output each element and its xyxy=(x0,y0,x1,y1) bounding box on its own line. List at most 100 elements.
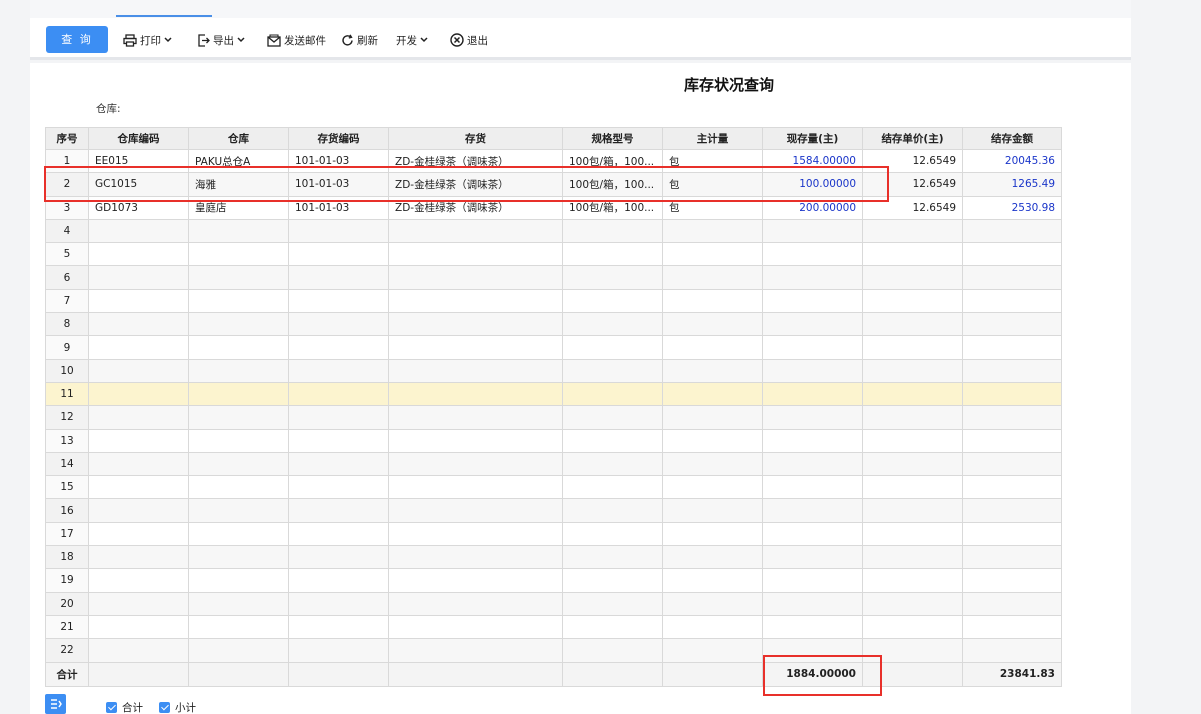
table-cell[interactable] xyxy=(862,498,963,523)
table-cell[interactable] xyxy=(762,242,863,267)
table-cell[interactable] xyxy=(88,451,189,477)
table-row[interactable]: 15 xyxy=(45,475,1062,500)
table-cell[interactable]: 皇庭店 xyxy=(188,195,289,220)
table-cell[interactable] xyxy=(662,381,763,407)
row-index-cell[interactable]: 5 xyxy=(45,242,89,267)
table-cell[interactable] xyxy=(962,335,1062,360)
table-cell[interactable] xyxy=(762,218,863,244)
column-header[interactable]: 结存单价(主) xyxy=(862,127,963,150)
table-row[interactable]: 3 GD1073 皇庭店 101-01-03 ZD-金桂绿茶（调味茶） 100包/箱，10… xyxy=(45,195,1062,220)
row-index-cell[interactable]: 3 xyxy=(45,195,89,220)
table-cell[interactable] xyxy=(288,428,389,453)
table-row[interactable]: 16 xyxy=(45,498,1062,523)
table-cell[interactable] xyxy=(288,498,389,523)
row-index-cell[interactable]: 20 xyxy=(45,591,89,616)
table-row[interactable]: 9 xyxy=(45,335,1062,360)
table-cell[interactable] xyxy=(388,568,563,593)
table-cell[interactable] xyxy=(962,288,1062,314)
row-index-cell[interactable]: 7 xyxy=(45,288,89,314)
table-cell[interactable] xyxy=(188,591,289,616)
table-cell[interactable] xyxy=(762,475,863,500)
table-cell[interactable] xyxy=(962,428,1062,453)
table-row[interactable]: 17 xyxy=(45,521,1062,547)
send-email-button[interactable]: 发送邮件 xyxy=(267,31,326,49)
table-cell[interactable] xyxy=(188,358,289,383)
row-index-cell[interactable]: 6 xyxy=(45,265,89,290)
table-cell[interactable] xyxy=(388,358,563,383)
table-cell[interactable]: 101-01-03 xyxy=(288,172,389,197)
table-cell[interactable] xyxy=(562,288,663,314)
table-cell[interactable] xyxy=(962,545,1062,570)
table-cell[interactable]: 101-01-03 xyxy=(288,148,389,174)
table-cell[interactable] xyxy=(288,265,389,290)
table-cell[interactable] xyxy=(88,521,189,547)
table-cell[interactable] xyxy=(388,498,563,523)
table-cell[interactable] xyxy=(188,638,289,663)
total-checkbox[interactable]: 合计 xyxy=(106,700,143,714)
column-header[interactable]: 存货 xyxy=(388,127,563,150)
export-button[interactable]: 导出 xyxy=(197,31,245,49)
table-cell[interactable] xyxy=(962,521,1062,547)
table-cell[interactable] xyxy=(662,545,763,570)
table-cell[interactable] xyxy=(388,218,563,244)
row-index-cell[interactable]: 10 xyxy=(45,358,89,383)
table-cell[interactable] xyxy=(188,475,289,500)
table-cell[interactable] xyxy=(388,614,563,640)
column-header[interactable]: 仓库编码 xyxy=(88,127,189,150)
table-cell[interactable]: 200.00000 xyxy=(762,195,863,220)
table-cell[interactable] xyxy=(762,545,863,570)
table-cell[interactable] xyxy=(88,312,189,337)
table-cell[interactable] xyxy=(762,451,863,477)
table-row[interactable]: 8 xyxy=(45,312,1062,337)
table-cell[interactable] xyxy=(862,614,963,640)
table-cell[interactable] xyxy=(188,498,289,523)
table-cell[interactable]: 101-01-03 xyxy=(288,195,389,220)
table-cell[interactable] xyxy=(288,451,389,477)
table-cell[interactable] xyxy=(862,358,963,383)
table-cell[interactable] xyxy=(88,288,189,314)
table-cell[interactable] xyxy=(188,312,289,337)
table-row[interactable]: 13 xyxy=(45,428,1062,453)
table-cell[interactable] xyxy=(762,428,863,453)
table-cell[interactable] xyxy=(88,428,189,453)
table-cell[interactable] xyxy=(288,405,389,430)
table-cell[interactable] xyxy=(288,288,389,314)
table-cell[interactable] xyxy=(562,521,663,547)
table-cell[interactable] xyxy=(88,218,189,244)
table-row[interactable]: 2 GC1015 海雅 101-01-03 ZD-金桂绿茶（调味茶） 100包/箱，100… xyxy=(45,172,1062,197)
table-cell[interactable] xyxy=(662,591,763,616)
table-cell[interactable] xyxy=(562,638,663,663)
table-cell[interactable] xyxy=(962,218,1062,244)
table-cell[interactable] xyxy=(562,218,663,244)
table-cell[interactable] xyxy=(762,288,863,314)
table-cell[interactable] xyxy=(962,638,1062,663)
table-cell[interactable] xyxy=(288,335,389,360)
table-cell[interactable] xyxy=(962,265,1062,290)
table-cell[interactable] xyxy=(88,591,189,616)
table-cell[interactable] xyxy=(962,358,1062,383)
table-cell[interactable] xyxy=(662,638,763,663)
table-cell[interactable] xyxy=(662,265,763,290)
table-cell[interactable] xyxy=(662,335,763,360)
table-cell[interactable]: 包 xyxy=(662,195,763,220)
subtotal-checkbox[interactable]: 小计 xyxy=(159,700,196,714)
table-cell[interactable] xyxy=(562,475,663,500)
table-cell[interactable] xyxy=(388,428,563,453)
row-index-cell[interactable]: 18 xyxy=(45,545,89,570)
table-cell[interactable]: 100.00000 xyxy=(762,172,863,197)
table-cell[interactable] xyxy=(762,568,863,593)
table-cell[interactable] xyxy=(662,451,763,477)
table-cell[interactable] xyxy=(88,545,189,570)
table-cell[interactable] xyxy=(288,614,389,640)
table-cell[interactable]: ZD-金桂绿茶（调味茶） xyxy=(388,172,563,197)
row-index-cell[interactable]: 13 xyxy=(45,428,89,453)
table-cell[interactable] xyxy=(562,428,663,453)
table-cell[interactable] xyxy=(88,381,189,407)
table-cell[interactable] xyxy=(388,405,563,430)
table-row[interactable]: 10 xyxy=(45,358,1062,383)
table-cell[interactable] xyxy=(862,428,963,453)
table-cell[interactable] xyxy=(662,521,763,547)
table-cell[interactable] xyxy=(288,242,389,267)
table-cell[interactable]: 100包/箱，100... xyxy=(562,172,663,197)
table-cell[interactable] xyxy=(88,568,189,593)
